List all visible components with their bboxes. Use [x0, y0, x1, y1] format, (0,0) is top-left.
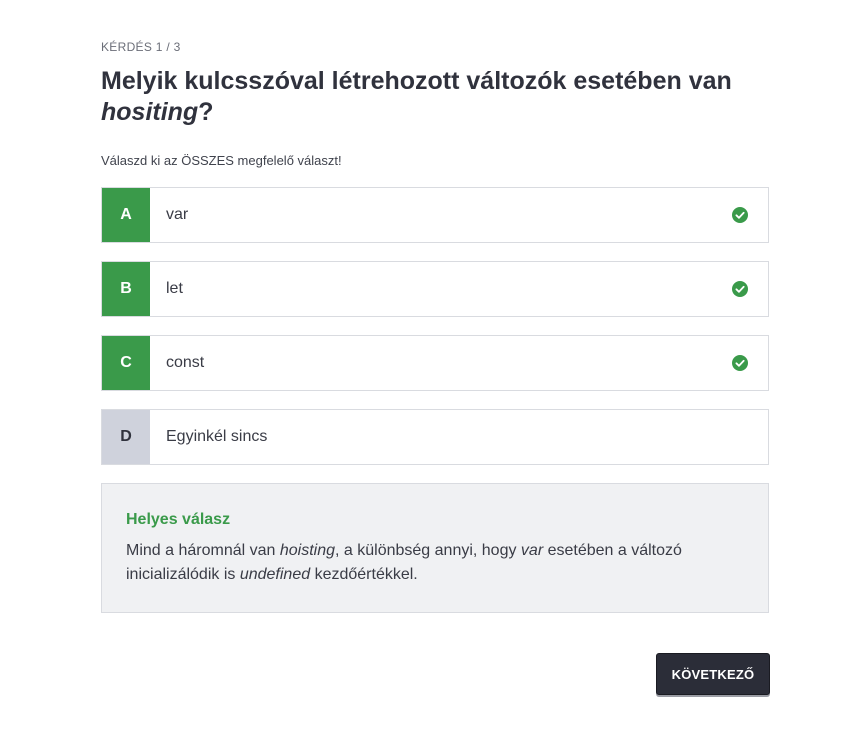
- option-label: Egyinkél sincs: [166, 428, 268, 445]
- feedback-part: , a különbség annyi, hogy: [335, 542, 521, 559]
- answer-option-d[interactable]: D Egyinkél sincs: [101, 409, 769, 465]
- answer-option-c[interactable]: C const: [101, 335, 769, 391]
- check-circle-icon: [712, 336, 768, 390]
- answer-instructions: Válaszd ki az ÖSSZES megfelelő választ!: [101, 153, 342, 168]
- feedback-text: Mind a háromnál van hoisting, a különbsé…: [126, 539, 744, 587]
- question-emphasis: hositing: [101, 98, 199, 126]
- feedback-part: kezdőértékkel.: [310, 566, 418, 583]
- question-counter: KÉRDÉS 1 / 3: [101, 40, 181, 54]
- answer-feedback: Helyes válasz Mind a háromnál van hoisti…: [101, 483, 769, 613]
- option-letter: D: [102, 410, 150, 464]
- feedback-emphasis: var: [520, 542, 544, 559]
- option-label: var: [166, 206, 189, 223]
- question-mark: ?: [198, 98, 214, 126]
- option-label: let: [166, 280, 183, 297]
- next-button[interactable]: KÖVETKEZŐ: [656, 653, 770, 695]
- option-letter: A: [102, 188, 150, 242]
- feedback-emphasis: undefined: [239, 566, 311, 583]
- quiz-container: KÉRDÉS 1 / 3 Melyik kulcsszóval létrehoz…: [101, 40, 769, 613]
- check-circle-icon: [712, 188, 768, 242]
- answer-options: A var B let C const D Egyinkél sincs: [101, 187, 769, 465]
- option-letter: B: [102, 262, 150, 316]
- feedback-part: Mind a háromnál van: [126, 542, 280, 559]
- answer-option-a[interactable]: A var: [101, 187, 769, 243]
- option-label: const: [166, 354, 205, 371]
- question-title: Melyik kulcsszóval létrehozott változók …: [101, 66, 769, 128]
- option-letter: C: [102, 336, 150, 390]
- feedback-emphasis: hoisting: [279, 542, 336, 559]
- check-circle-icon: [712, 262, 768, 316]
- question-text: Melyik kulcsszóval létrehozott változók …: [101, 67, 732, 95]
- empty-indicator: [712, 410, 768, 464]
- feedback-title: Helyes válasz: [126, 511, 231, 528]
- answer-option-b[interactable]: B let: [101, 261, 769, 317]
